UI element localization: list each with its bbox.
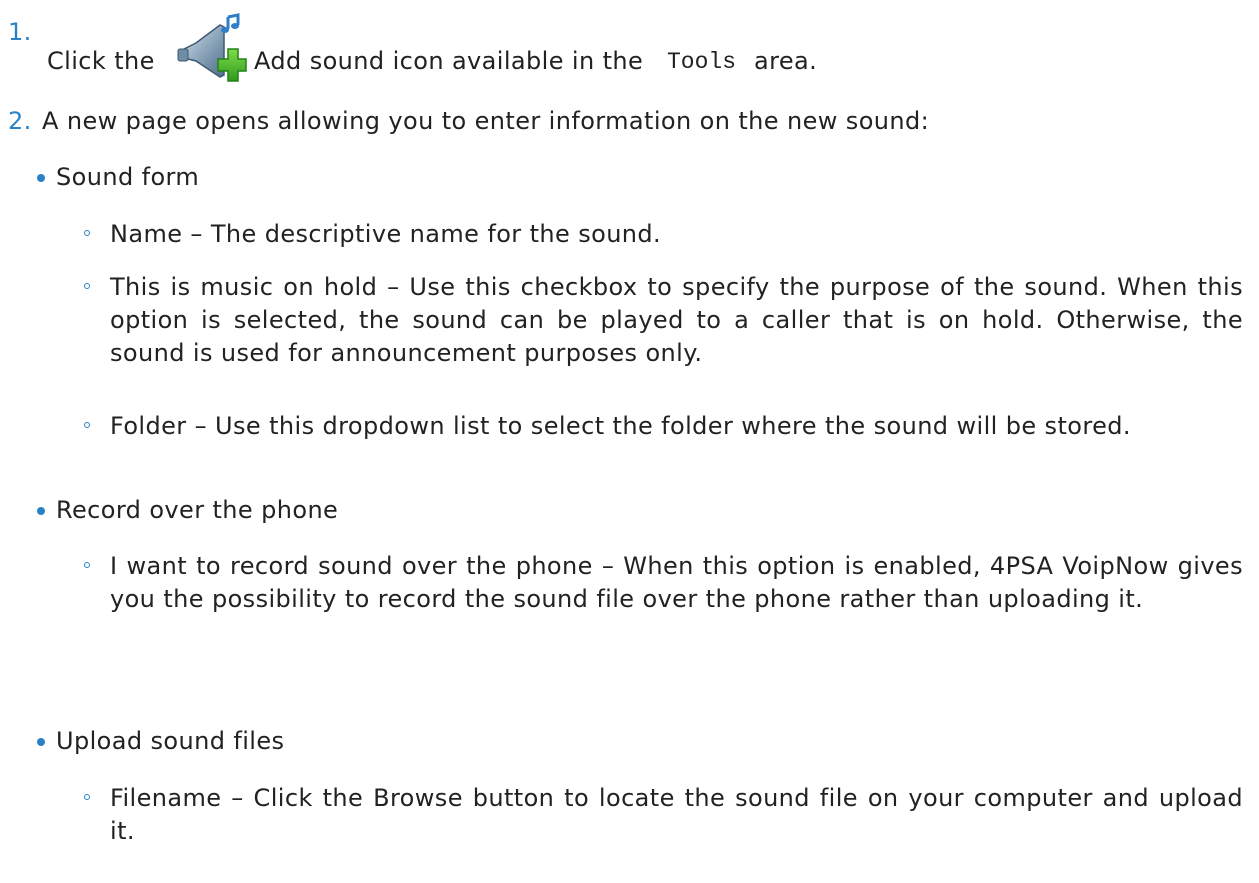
bullet: [37, 507, 45, 515]
sub-bullet: [84, 562, 90, 568]
code-tools: Tools: [667, 49, 737, 75]
sub-bullet: [84, 230, 90, 236]
step-number: 1.: [8, 18, 32, 46]
sub-bullet: [84, 794, 90, 800]
bullet: [37, 738, 45, 746]
list-item: I want to record sound over the phone – …: [110, 552, 1243, 613]
step-text: A new page opens allowing you to enter i…: [42, 107, 930, 135]
list-item: Name – The descriptive name for the soun…: [110, 220, 662, 248]
list-item: This is music on hold – Use this checkbo…: [110, 273, 1243, 367]
section-title: Record over the phone: [56, 496, 339, 524]
sub-bullet: [84, 422, 90, 428]
step-number: 2.: [8, 107, 32, 135]
add-sound-icon: [177, 13, 247, 82]
section-title: Sound form: [56, 163, 200, 191]
step-text: Add sound icon available in the: [254, 47, 644, 75]
sub-bullet: [84, 283, 90, 289]
step-text: Click the: [47, 47, 155, 75]
document-page: { "steps": [ { "number": "1.", "text_bef…: [0, 0, 1259, 883]
section-title: Upload sound files: [56, 727, 285, 755]
bullet: [37, 174, 45, 182]
step-text: area.: [754, 47, 818, 75]
list-item: Filename – Click the Browse button to lo…: [110, 784, 1243, 845]
list-item: Folder – Use this dropdown list to selec…: [110, 412, 1131, 440]
